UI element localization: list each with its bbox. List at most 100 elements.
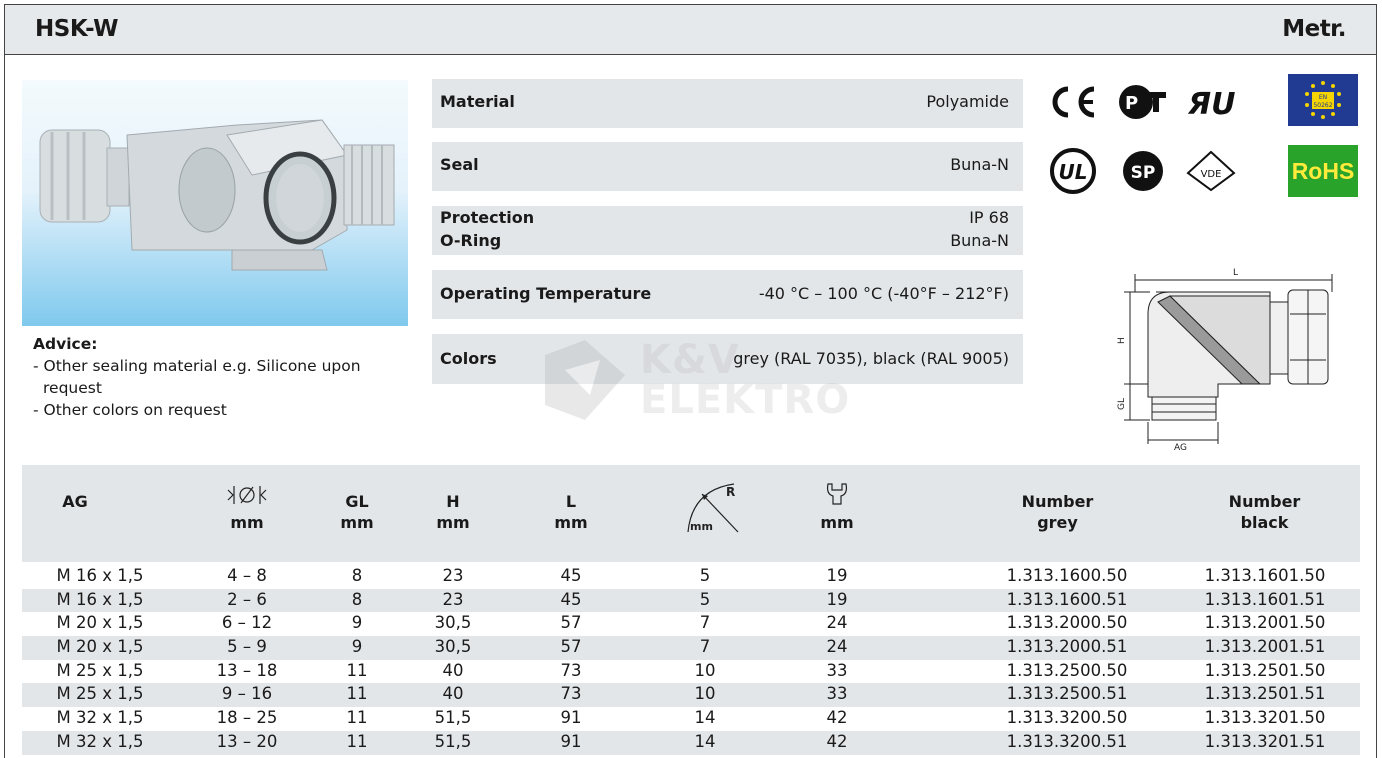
cell-r: 14 [694, 708, 716, 728]
cell-clamping-range: 13 – 20 [216, 731, 278, 751]
table-row: M 20 x 1,5 6 – 12 9 30,5 57 7 24 1.313.2… [22, 612, 1360, 636]
cell-wrench: 19 [826, 566, 848, 585]
cell-clamping-range: 2 – 6 [227, 589, 267, 609]
en-50262-badge-icon: EN 50262 [1288, 74, 1358, 126]
svg-text:mm: mm [690, 520, 713, 533]
cell-ag: M 25 x 1,5 [56, 684, 144, 704]
cell-ag: M 25 x 1,5 [56, 660, 144, 680]
cell-h: 40 [442, 684, 464, 704]
property-row-protection: Protection IP 68 O-Ring Buna-N [432, 206, 1023, 255]
cell-h: 30,5 [434, 613, 472, 633]
cell-number-grey: 1.313.1600.51 [1006, 589, 1128, 609]
property-name: Material [440, 92, 515, 111]
cell-l: 57 [560, 613, 582, 633]
advice-line: - Other colors on request [33, 401, 227, 419]
table-row: M 16 x 1,5 4 – 8 8 23 45 5 19 1.313.1600… [22, 565, 1360, 589]
ce-mark-icon [1048, 82, 1098, 122]
cell-h: 23 [442, 566, 464, 585]
column-header-l: L [565, 492, 577, 511]
svg-text:L: L [1233, 268, 1238, 278]
table-row: M 25 x 1,5 13 – 18 11 40 73 10 33 1.313.… [22, 660, 1360, 684]
cell-wrench: 33 [826, 660, 848, 680]
cell-number-grey: 1.313.1600.50 [1006, 566, 1128, 585]
cell-clamping-range: 6 – 12 [221, 613, 273, 633]
cell-clamping-range: 5 – 9 [227, 637, 267, 657]
svg-text:EN: EN [1319, 94, 1327, 101]
table-row: M 25 x 1,5 9 – 16 11 40 73 10 33 1.313.2… [22, 683, 1360, 708]
ur-recognized-mark-icon: ЯU [1184, 82, 1240, 122]
rohs-label: RoHS [1291, 157, 1355, 184]
cell-ag: M 32 x 1,5 [56, 731, 144, 751]
cell-wrench: 19 [826, 589, 848, 609]
cell-h: 40 [442, 660, 464, 680]
property-name: Protection [440, 208, 535, 227]
cell-ag: M 16 x 1,5 [56, 566, 144, 585]
title-bar: HSK-W Metr. [5, 5, 1376, 55]
column-header-number-black: Number [1228, 492, 1301, 511]
cell-gl: 11 [346, 708, 368, 728]
cell-r: 5 [699, 566, 711, 585]
property-row-temperature: Operating Temperature -40 °C – 100 °C (-… [432, 270, 1023, 319]
product-title: HSK-W [35, 16, 119, 42]
cell-gl: 11 [346, 731, 368, 751]
property-name: O-Ring [440, 231, 502, 250]
cell-l: 91 [560, 708, 582, 728]
property-row-colors: Colors grey (RAL 7035), black (RAL 9005) [432, 334, 1023, 384]
property-name: Operating Temperature [440, 284, 652, 303]
cell-l: 73 [560, 684, 582, 704]
dimension-drawing: L H GL AG [1110, 262, 1360, 454]
cell-l: 91 [560, 731, 582, 751]
property-name: Colors [440, 349, 497, 368]
cell-h: 23 [442, 589, 464, 609]
advice-heading: Advice: [33, 335, 98, 353]
cell-clamping-range: 18 – 25 [216, 708, 278, 728]
cell-number-black: 1.313.3201.50 [1204, 708, 1326, 728]
cell-number-black: 1.313.1601.51 [1204, 589, 1326, 609]
product-photo [22, 80, 408, 326]
property-value: grey (RAL 7035), black (RAL 9005) [733, 349, 1009, 368]
cell-gl: 9 [351, 613, 363, 633]
column-header-ag: AG [62, 492, 88, 511]
cell-h: 51,5 [434, 708, 472, 728]
property-row-seal: Seal Buna-N [432, 142, 1023, 191]
column-unit-wrench: mm [820, 513, 854, 532]
csa-mark-icon: SP [1118, 146, 1168, 196]
cell-wrench: 33 [826, 684, 848, 704]
cell-gl: 11 [346, 684, 368, 704]
cell-l: 73 [560, 660, 582, 680]
thread-type-label: Metr. [1282, 16, 1346, 42]
table-row: M 32 x 1,5 13 – 20 11 51,5 91 14 42 1.31… [22, 730, 1360, 755]
column-header-number-grey-sub: grey [1037, 513, 1078, 532]
cell-l: 45 [560, 589, 582, 609]
cell-r: 14 [694, 731, 716, 751]
cell-number-black: 1.313.2501.51 [1204, 684, 1326, 704]
table-row: M 16 x 1,5 2 – 6 8 23 45 5 19 1.313.1600… [22, 588, 1360, 613]
pct-mark-icon: P [1116, 80, 1170, 124]
svg-text:R: R [726, 485, 735, 499]
column-header-number-black-sub: black [1240, 513, 1289, 532]
svg-text:VDE: VDE [1201, 169, 1222, 180]
cell-number-black: 1.313.1601.50 [1204, 566, 1326, 585]
cell-gl: 8 [351, 566, 363, 585]
cell-ag: M 20 x 1,5 [56, 613, 144, 633]
cell-wrench: 42 [826, 731, 848, 751]
cell-ag: M 16 x 1,5 [56, 589, 144, 609]
wrench-size-icon [802, 482, 872, 506]
cell-number-grey: 1.313.3200.51 [1006, 731, 1128, 751]
cell-wrench: 24 [826, 613, 848, 633]
property-row-material: Material Polyamide [432, 79, 1023, 128]
property-name: Seal [440, 155, 479, 174]
cell-l: 45 [560, 566, 582, 585]
svg-text:GL: GL [1117, 398, 1127, 410]
ul-mark-icon: UL [1048, 146, 1098, 196]
cell-number-grey: 1.313.2500.50 [1006, 660, 1128, 680]
column-header-h: H [446, 492, 460, 511]
cell-r: 5 [699, 589, 711, 609]
cell-l: 57 [560, 637, 582, 657]
cell-gl: 8 [351, 589, 363, 609]
cell-number-grey: 1.313.2500.51 [1006, 684, 1128, 704]
clamping-range-icon [212, 484, 282, 508]
property-value: Buna-N [950, 155, 1009, 174]
cell-number-black: 1.313.3201.51 [1204, 731, 1326, 751]
cell-gl: 11 [346, 660, 368, 680]
